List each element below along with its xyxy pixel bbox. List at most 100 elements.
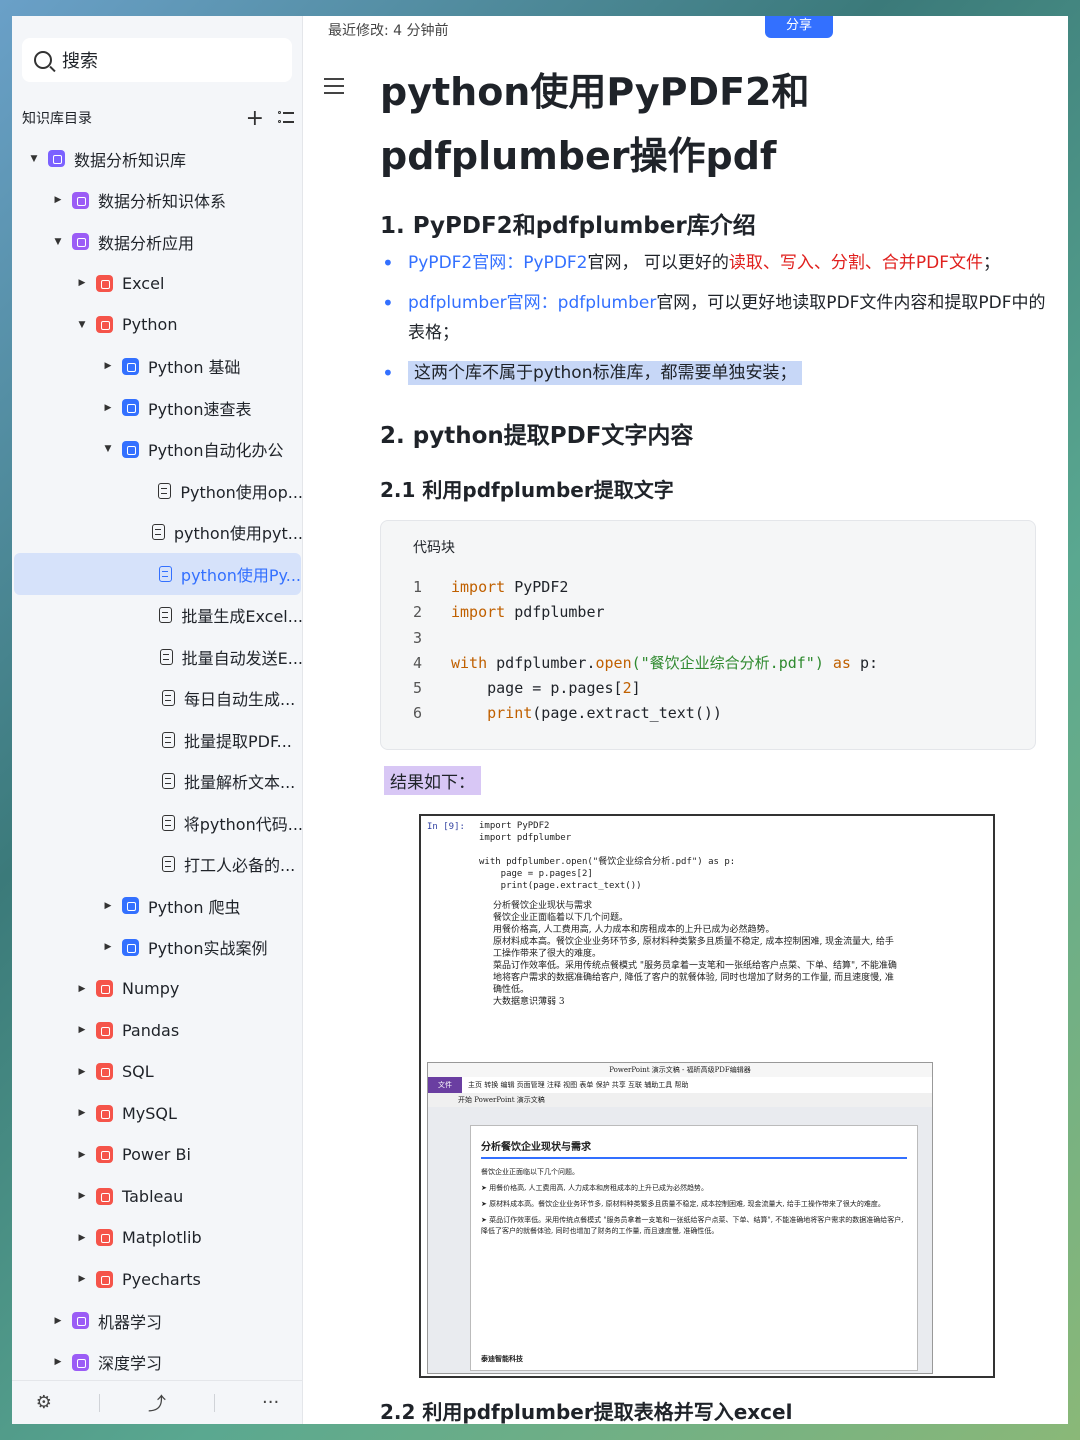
sidebar-item[interactable]: 批量生成Excel... xyxy=(12,595,303,637)
sidebar-item-label: 深度学习 xyxy=(98,1354,163,1374)
slide-line: 餐饮企业正面临以下几个问题。 xyxy=(481,1168,579,1176)
code-block[interactable]: 代码块 1 import PyPDF2 2 import pdfplumber 3 4 wi… xyxy=(380,520,1036,750)
sidebar-item[interactable]: ▶ Tableau xyxy=(12,1176,303,1218)
caret-right-icon[interactable]: ▶ xyxy=(76,1191,88,1201)
document-icon xyxy=(161,814,175,831)
sidebar-item[interactable]: 批量解析文本... xyxy=(12,761,303,803)
screenshot-output-line: 餐饮企业正面临着以下几个问题。 xyxy=(493,913,629,923)
sidebar-item-label: python使用Py... xyxy=(180,565,301,585)
sidebar-item[interactable]: ▶ Excel xyxy=(12,263,303,305)
caret-right-icon[interactable]: ▶ xyxy=(76,278,88,288)
sidebar-item[interactable]: ▶ Python 基础 xyxy=(12,346,303,388)
sidebar-item-label: Python实战案例 xyxy=(148,939,268,959)
sidebar-item[interactable]: ▶ Python实战案例 xyxy=(12,927,303,969)
caret-right-icon[interactable]: ▶ xyxy=(76,1233,88,1243)
screenshot-output-line: 大数据意识薄弱 3 xyxy=(493,997,565,1007)
caret-right-icon[interactable]: ▶ xyxy=(52,1357,64,1367)
sidebar-item[interactable]: Python使用op... xyxy=(12,470,303,512)
code-token: with xyxy=(451,653,488,672)
more-icon[interactable]: ··· xyxy=(262,1392,279,1413)
code-token: ("餐饮企业综合分析.pdf") xyxy=(631,653,824,672)
document-icon xyxy=(158,565,172,582)
sidebar-item[interactable]: ▶ 深度学习 xyxy=(12,1342,303,1384)
screenshot-code-line xyxy=(479,844,989,856)
caret-right-icon[interactable]: ▶ xyxy=(102,942,114,952)
caret-right-icon[interactable]: ▶ xyxy=(102,361,114,371)
outline-toggle-icon[interactable] xyxy=(324,78,344,94)
caret-right-icon[interactable]: ▶ xyxy=(102,403,114,413)
code-line: 1 import PyPDF2 xyxy=(413,575,1003,600)
sidebar-item[interactable]: ▶ Matplotlib xyxy=(12,1217,303,1259)
caret-right-icon[interactable]: ▶ xyxy=(76,1025,88,1035)
screenshot-output-line: 确性低。 xyxy=(493,985,530,995)
caret-right-icon[interactable]: ▶ xyxy=(76,1108,88,1118)
sidebar-item-label: 机器学习 xyxy=(98,1312,163,1332)
document-icon xyxy=(162,731,175,748)
code-token: as xyxy=(823,653,851,672)
add-icon[interactable]: + xyxy=(246,106,264,131)
code-token: 6 xyxy=(413,704,423,723)
sidebar-item-label: 批量提取PDF... xyxy=(184,731,292,751)
caret-right-icon[interactable]: ▶ xyxy=(52,195,64,205)
settings-gear-icon[interactable]: ⚙ xyxy=(36,1392,52,1413)
pypdf2-name-link[interactable]: PyPDF2 xyxy=(523,253,587,273)
code-token: print xyxy=(487,704,533,723)
sidebar-item[interactable]: python使用pyt... xyxy=(12,512,303,554)
slide-lines: 餐饮企业正面临以下几个问题。 ➤ 用餐价格高, 人工费用高, 人力成本和房租成本的… xyxy=(481,1167,907,1237)
sidebar-item[interactable]: ▶ MySQL xyxy=(12,1093,303,1135)
sidebar-item[interactable]: ▶ Numpy xyxy=(12,968,303,1010)
search-box[interactable]: 搜索 xyxy=(22,38,292,82)
sidebar-item-label: 打工人必备的... xyxy=(184,856,296,876)
caret-down-icon[interactable]: ▼ xyxy=(52,237,64,247)
code-token: 3 xyxy=(413,628,423,647)
sidebar-item[interactable]: python使用Py... xyxy=(14,553,301,595)
pdf-viewer-ribbon: 文件 主页 转换 编辑 页面管理 注释 视图 表单 保护 共享 互联 辅助工具 … xyxy=(428,1077,932,1093)
intro-list: PyPDF2官网：PyPDF2官网， 可以更好的读取、写入、分割、合并PDF文件… xyxy=(380,248,1048,398)
list-item: pdfplumber官网：pdfplumber官网，可以更好地读取PDF文件内容… xyxy=(380,288,1048,348)
sidebar-item-label: python使用pyt... xyxy=(173,524,303,544)
sidebar-item[interactable]: 批量提取PDF... xyxy=(12,719,303,761)
document-icon xyxy=(162,690,175,707)
caret-down-icon[interactable]: ▼ xyxy=(28,154,40,164)
sidebar-item[interactable]: ▶ Pandas xyxy=(12,1010,303,1052)
caret-right-icon[interactable]: ▶ xyxy=(76,984,88,994)
caret-right-icon[interactable]: ▶ xyxy=(76,1067,88,1077)
sidebar-item[interactable]: ▶ 机器学习 xyxy=(12,1300,303,1342)
caret-down-icon[interactable]: ▼ xyxy=(76,320,88,330)
sidebar-item[interactable]: 每日自动生成... xyxy=(12,678,303,720)
folder-icon xyxy=(72,1353,89,1371)
sidebar-item[interactable]: ▼ 数据分析知识库 xyxy=(12,138,303,180)
search-label: 搜索 xyxy=(62,51,98,72)
caret-right-icon[interactable]: ▶ xyxy=(76,1274,88,1284)
caret-down-icon[interactable]: ▼ xyxy=(102,444,114,454)
pdfplumber-link[interactable]: pdfplumber官网： xyxy=(408,293,558,313)
document-icon xyxy=(159,607,173,624)
sidebar-item[interactable]: ▼ 数据分析应用 xyxy=(12,221,303,263)
pdfplumber-name-link[interactable]: pdfplumber xyxy=(558,293,657,313)
sidebar-item[interactable]: 将python代码... xyxy=(12,802,303,844)
share-arrow-icon[interactable]: ⤴ xyxy=(148,1390,166,1416)
jupyter-prompt: In [9]: xyxy=(427,822,465,832)
code-token: PyPDF2 xyxy=(505,578,569,596)
sidebar-item[interactable]: ▶ Python 爬虫 xyxy=(12,885,303,927)
pypdf2-link[interactable]: PyPDF2官网： xyxy=(408,253,523,273)
section-2-1-heading: 2.1 利用pdfplumber提取文字 xyxy=(380,478,674,502)
sidebar-item[interactable]: ▶ Power Bi xyxy=(12,1134,303,1176)
caret-right-icon[interactable]: ▶ xyxy=(102,901,114,911)
pdf-viewer-tabs: 开始 PowerPoint 演示文稿 xyxy=(428,1093,932,1107)
sidebar-item[interactable]: ▶ 数据分析知识体系 xyxy=(12,180,303,222)
sidebar-item[interactable]: ▼ Python自动化办公 xyxy=(12,429,303,471)
sidebar-item[interactable]: ▶ Python速查表 xyxy=(12,387,303,429)
outline-list-icon[interactable] xyxy=(278,111,294,125)
caret-right-icon[interactable]: ▶ xyxy=(76,1150,88,1160)
code-token: ] xyxy=(631,679,641,698)
sidebar-item[interactable]: 批量自动发送E... xyxy=(12,636,303,678)
sidebar-item[interactable]: ▶ SQL xyxy=(12,1051,303,1093)
sidebar-item-label: Power Bi xyxy=(122,1145,191,1165)
share-button[interactable]: 分享 xyxy=(765,16,833,38)
sidebar-item[interactable]: ▼ Python xyxy=(12,304,303,346)
sidebar-item[interactable]: ▶ Pyecharts xyxy=(12,1259,303,1301)
doc-title: python使用PyPDF2和pdfplumber操作pdf xyxy=(380,70,810,178)
caret-right-icon[interactable]: ▶ xyxy=(52,1316,64,1326)
sidebar-item[interactable]: 打工人必备的... xyxy=(12,844,303,886)
